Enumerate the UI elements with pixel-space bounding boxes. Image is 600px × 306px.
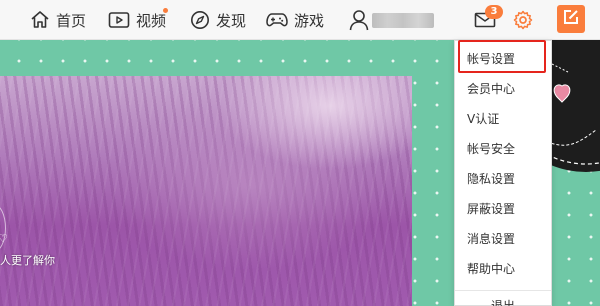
video-icon <box>108 11 130 29</box>
user-icon <box>349 9 369 31</box>
cover-caption: 人更了解你 <box>0 254 55 267</box>
menu-item-block-settings[interactable]: 屏蔽设置 <box>455 194 551 224</box>
edit-icon <box>562 8 580 30</box>
nav-games-label: 游戏 <box>294 11 325 30</box>
nav-video[interactable]: 视频 <box>108 0 166 40</box>
gamepad-icon <box>266 11 288 29</box>
menu-item-account-security[interactable]: 帐号安全 <box>455 134 551 164</box>
menu-item-logout[interactable]: 退出 <box>455 291 551 306</box>
nav-home-label: 首页 <box>56 11 87 30</box>
home-icon <box>30 10 50 30</box>
nav-discover[interactable]: 发现 <box>190 0 246 40</box>
nav-discover-label: 发现 <box>216 11 247 30</box>
nav-games[interactable]: 游戏 <box>266 0 324 40</box>
menu-item-help-center[interactable]: 帮助中心 <box>455 254 551 284</box>
menu-item-verification[interactable]: V认证 <box>455 104 551 134</box>
nav-home[interactable]: 首页 <box>30 0 86 40</box>
menu-item-privacy-settings[interactable]: 隐私设置 <box>455 164 551 194</box>
compose-button[interactable] <box>557 5 585 33</box>
nav-settings[interactable] <box>513 0 533 40</box>
nav-profile[interactable] <box>349 0 369 40</box>
message-count-badge: 3 <box>485 5 503 19</box>
compass-icon <box>190 10 210 30</box>
cover-photo: ♡ 人更了解你 <box>0 76 412 306</box>
video-notification-dot <box>163 8 168 13</box>
settings-dropdown: 帐号设置 会员中心 V认证 帐号安全 隐私设置 屏蔽设置 消息设置 帮助中心 退… <box>454 40 552 306</box>
menu-item-account-settings[interactable]: 帐号设置 <box>455 44 551 74</box>
menu-item-message-settings[interactable]: 消息设置 <box>455 224 551 254</box>
gear-icon <box>513 10 533 30</box>
top-nav-bar: 首页 视频 发现 游戏 3 <box>0 0 600 40</box>
menu-item-member-center[interactable]: 会员中心 <box>455 74 551 104</box>
username-redacted[interactable] <box>372 13 434 28</box>
heart-icon: ♡ <box>0 232 8 245</box>
nav-video-label: 视频 <box>136 11 167 30</box>
